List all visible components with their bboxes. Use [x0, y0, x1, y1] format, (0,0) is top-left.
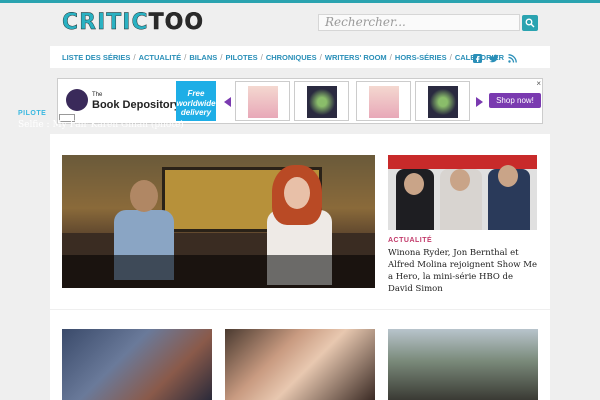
- book-cover-image: [369, 86, 399, 118]
- nav-liste-des-series[interactable]: LISTE DES SÉRIES: [62, 53, 130, 62]
- nav-separator: /: [449, 52, 452, 62]
- nav-hors-series[interactable]: HORS-SÉRIES: [395, 53, 447, 62]
- featured-title[interactable]: Selfie : My Fair Karen Gillan (pilote): [18, 120, 184, 130]
- nav-pilotes[interactable]: PILOTES: [225, 53, 257, 62]
- ad-banner[interactable]: The Book Depository Free worldwide deliv…: [57, 78, 543, 124]
- logo-part-too: TOO: [148, 10, 205, 35]
- ad-brand-name: Book Depository: [92, 99, 181, 111]
- nav-chroniques[interactable]: CHRONIQUES: [266, 53, 317, 62]
- nav-separator: /: [133, 52, 136, 62]
- main-nav: LISTE DES SÉRIES / ACTUALITÉ / BILANS / …: [50, 46, 550, 68]
- featured-caption-overlay: [62, 255, 375, 288]
- ad-book-item[interactable]: [235, 81, 290, 121]
- logo-part-critic: CRITIC: [62, 10, 149, 35]
- side-image-person-head: [404, 173, 424, 195]
- shop-now-button[interactable]: Shop now!: [489, 93, 541, 108]
- book-cover-image: [248, 86, 278, 118]
- side-image-person-head: [498, 165, 518, 187]
- featured-article[interactable]: [62, 155, 375, 288]
- ad-book-item[interactable]: [415, 81, 470, 121]
- search-button[interactable]: [522, 15, 538, 31]
- article-thumbnail[interactable]: [225, 329, 375, 400]
- featured-image-person-head: [130, 180, 158, 212]
- twitter-icon[interactable]: [489, 53, 499, 63]
- side-article-title[interactable]: Winona Ryder, Jon Bernthal et Alfred Mol…: [388, 247, 538, 295]
- facebook-icon[interactable]: [472, 53, 482, 63]
- book-cover-image: [428, 86, 458, 118]
- book-depository-logo-icon: [66, 89, 88, 111]
- ad-close-icon[interactable]: ×: [536, 79, 541, 88]
- nav-actualite[interactable]: ACTUALITÉ: [139, 53, 182, 62]
- search-input[interactable]: Rechercher...: [318, 14, 520, 31]
- side-article-category[interactable]: ACTUALITÉ: [388, 237, 432, 244]
- article-thumbnail[interactable]: [388, 329, 538, 400]
- nav-separator: /: [319, 52, 322, 62]
- side-image-person-head: [450, 169, 470, 191]
- featured-category[interactable]: PILOTE: [18, 110, 46, 117]
- nav-separator: /: [184, 52, 187, 62]
- top-accent-bar: [0, 0, 600, 3]
- ad-book-item[interactable]: [294, 81, 349, 121]
- site-logo[interactable]: CRITICTOO: [62, 10, 204, 35]
- carousel-prev-icon[interactable]: [224, 97, 231, 107]
- side-article-image[interactable]: [388, 155, 537, 230]
- nav-separator: /: [389, 52, 392, 62]
- nav-writers-room[interactable]: WRITERS' ROOM: [325, 53, 387, 62]
- ad-brand-small: The: [92, 92, 103, 98]
- book-cover-image: [307, 86, 337, 118]
- nav-separator: /: [220, 52, 223, 62]
- ad-free-delivery-badge: Free worldwide delivery: [176, 81, 216, 121]
- ad-book-item[interactable]: [356, 81, 411, 121]
- search-icon: [525, 18, 535, 28]
- rss-icon[interactable]: [507, 53, 517, 63]
- carousel-next-icon[interactable]: [476, 97, 483, 107]
- nav-bilans[interactable]: BILANS: [189, 53, 217, 62]
- nav-separator: /: [260, 52, 263, 62]
- featured-image-person-head: [284, 177, 310, 209]
- article-thumbnail[interactable]: [62, 329, 212, 400]
